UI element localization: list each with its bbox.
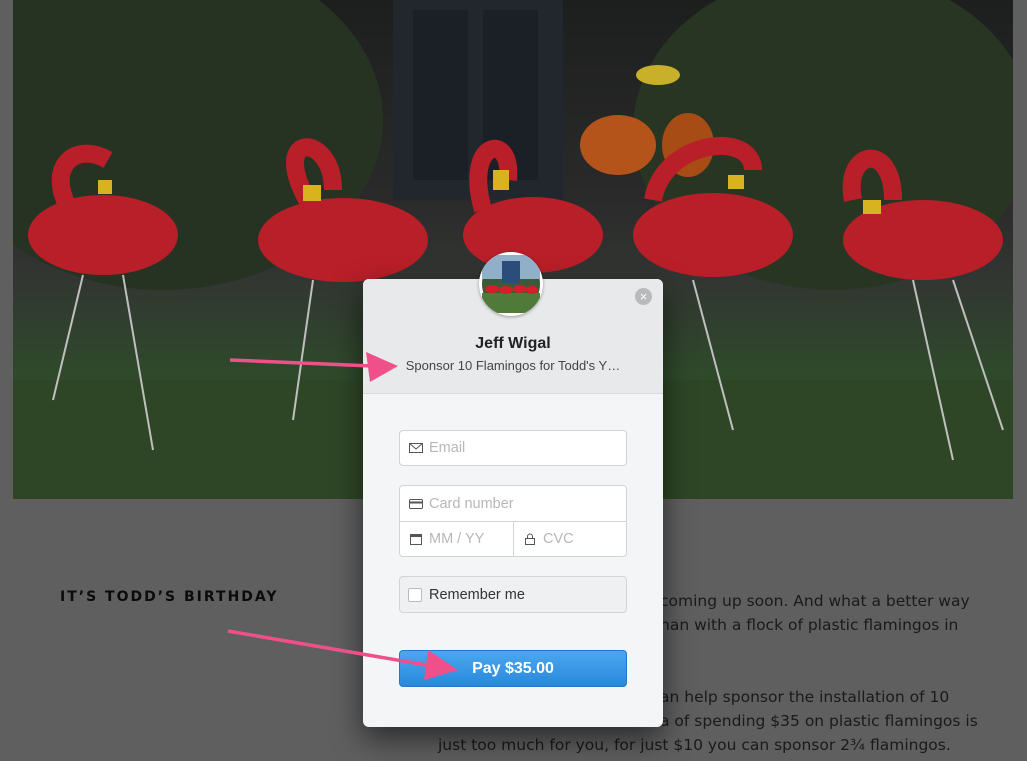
email-field[interactable]: Email	[399, 430, 627, 466]
checkout-header: × Jeff Wigal Sponsor 10 Flamingos for To…	[363, 252, 663, 394]
expiry-placeholder: MM / YY	[429, 531, 485, 547]
card-number-field[interactable]: Card number	[399, 485, 627, 522]
cvc-placeholder: CVC	[543, 531, 574, 547]
merchant-name: Jeff Wigal	[475, 335, 551, 352]
email-placeholder: Email	[429, 440, 466, 456]
email-icon	[409, 443, 423, 453]
checkout-modal: × Jeff Wigal Sponsor 10 Flamingos for To…	[363, 252, 663, 727]
card-icon	[409, 498, 423, 509]
merchant-avatar	[479, 252, 543, 316]
remember-me-label: Remember me	[429, 587, 525, 603]
card-number-placeholder: Card number	[429, 495, 514, 512]
section-title: IT’S TODD’S BIRTHDAY	[60, 589, 279, 605]
remember-me-row[interactable]: Remember me	[399, 576, 627, 613]
remember-me-checkbox[interactable]	[408, 588, 422, 602]
expiry-field[interactable]: MM / YY	[399, 521, 514, 557]
calendar-icon	[410, 534, 422, 545]
cvc-field[interactable]: CVC	[513, 521, 627, 557]
paragraph-2-line-3: just too much for you, for just $10 you …	[438, 736, 951, 754]
lock-icon	[525, 533, 535, 545]
checkout-description: Sponsor 10 Flamingos for Todd's Y…	[405, 358, 621, 373]
close-icon[interactable]: ×	[635, 288, 652, 305]
pay-button[interactable]: Pay $35.00	[399, 650, 627, 687]
